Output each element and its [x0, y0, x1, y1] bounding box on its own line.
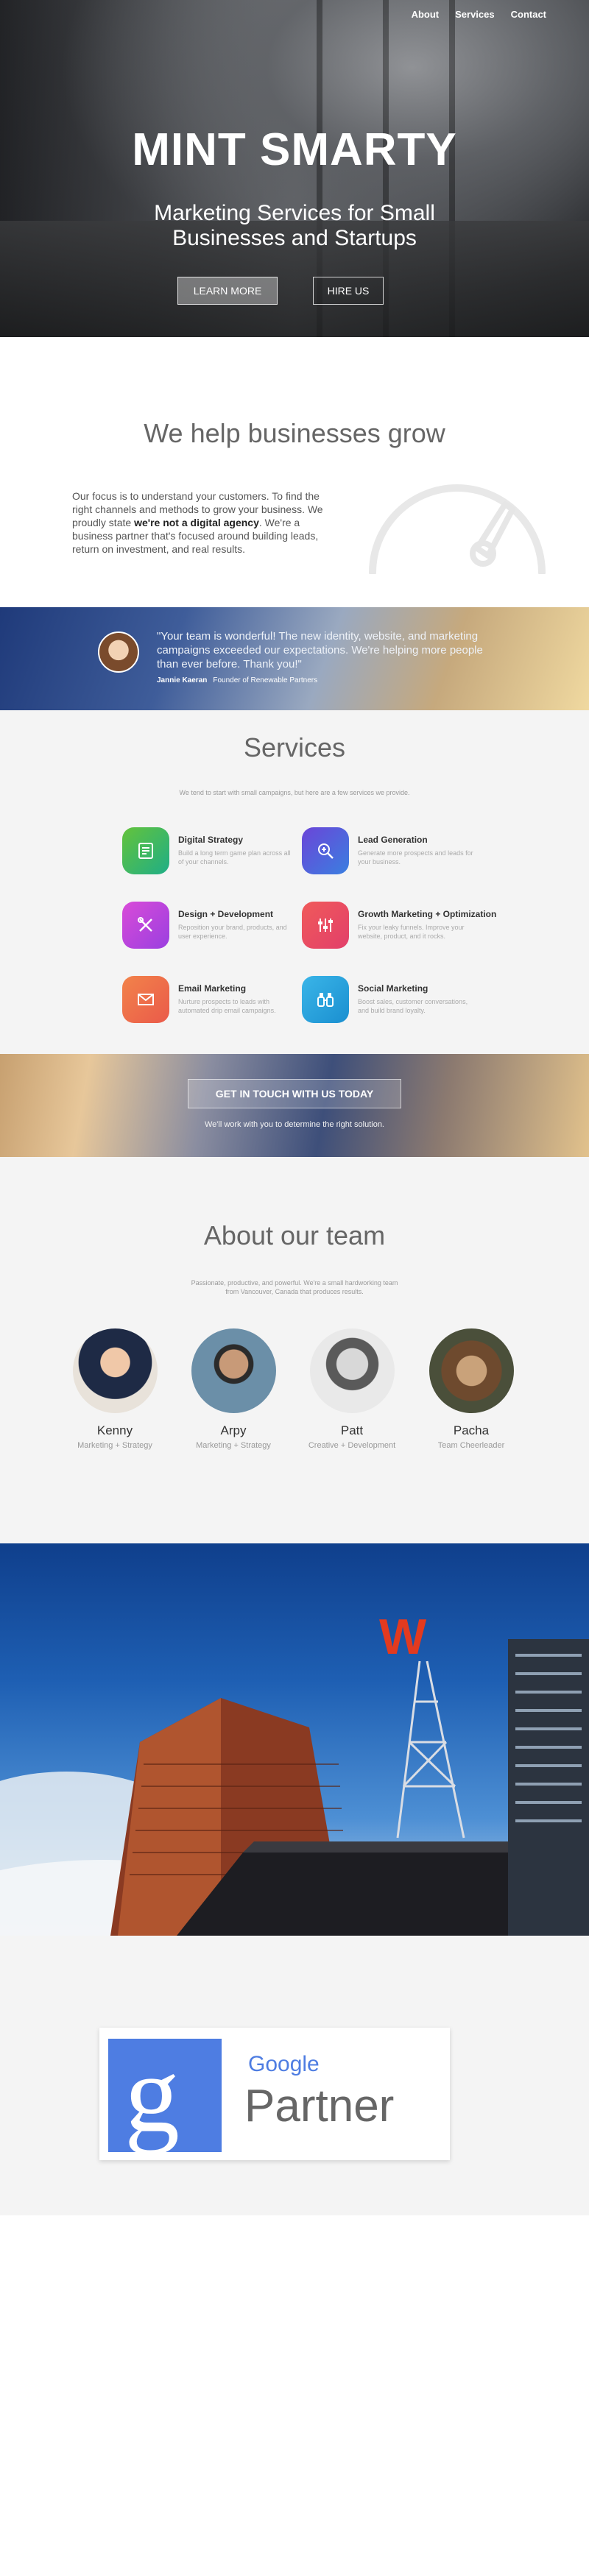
service-desc: Fix your leaky funnels. Improve your web…: [358, 924, 465, 940]
team-member-arpy: Arpy Marketing + Strategy: [182, 1328, 285, 1450]
service-desc: Nurture prospects to leads with automate…: [178, 998, 276, 1014]
service-growth-marketing[interactable]: Growth Marketing + Optimization Fix your…: [302, 902, 496, 953]
grow-heading: We help businesses grow: [144, 418, 445, 448]
speedometer-icon: [369, 484, 546, 574]
team-intro: Passionate, productive, and powerful. We…: [0, 1278, 589, 1296]
learn-more-button[interactable]: LEARN MORE: [177, 277, 278, 305]
team-intro-line2: from Vancouver, Canada that produces res…: [225, 1288, 364, 1295]
member-name: Pacha: [453, 1423, 490, 1437]
service-digital-strategy[interactable]: Digital Strategy Build a long term game …: [122, 827, 299, 879]
cta-subtext: We'll work with you to determine the rig…: [204, 1120, 384, 1129]
service-name: Social Marketing: [358, 983, 428, 994]
member-name: Kenny: [96, 1423, 133, 1437]
nav-contact-link[interactable]: Contact: [511, 9, 546, 20]
google-wordmark: Google: [248, 2052, 320, 2076]
avatar: [309, 1328, 395, 1413]
testimonial-quote: "Your team is wonderful! The new identit…: [157, 630, 483, 670]
hero-subtitle: Marketing Services for Small Businesses …: [0, 201, 589, 251]
member-role: Creative + Development: [308, 1441, 396, 1450]
member-name: Arpy: [220, 1423, 247, 1437]
svg-text:g: g: [124, 2039, 180, 2152]
city-photo: W: [0, 1543, 589, 1936]
service-name: Lead Generation: [358, 835, 428, 845]
partner-wordmark: Partner: [244, 2081, 395, 2131]
hero-title: MINT SMARTY: [132, 124, 457, 175]
service-desc: Build a long term game plan across all o…: [178, 849, 291, 866]
grow-text-bold: we're not a digital agency: [134, 517, 259, 528]
testimonial-author: Jannie Kaeran Founder of Renewable Partne…: [157, 676, 317, 684]
services-intro: We tend to start with small campaigns, b…: [179, 789, 410, 796]
google-g-logo: g: [108, 2039, 222, 2152]
service-name: Design + Development: [178, 909, 274, 919]
magnifier-icon: [302, 827, 349, 874]
w-sign: W: [379, 1609, 427, 1665]
team-member-patt: Patt Creative + Development: [300, 1328, 403, 1450]
get-in-touch-button[interactable]: GET IN TOUCH WITH US TODAY: [188, 1079, 401, 1108]
team-member-kenny: Kenny Marketing + Strategy: [63, 1328, 166, 1450]
hero-subtitle-line2: Businesses and Startups: [172, 226, 417, 250]
member-role: Team Cheerleader: [437, 1441, 505, 1450]
team-intro-line1: Passionate, productive, and powerful. We…: [191, 1279, 398, 1287]
nav-services-link[interactable]: Services: [455, 9, 495, 20]
avatar: [428, 1328, 514, 1413]
service-name: Email Marketing: [178, 983, 247, 994]
testimonial-author-role: Founder of Renewable Partners: [213, 676, 318, 684]
service-desc: Reposition your brand, products, and use…: [178, 924, 287, 940]
grow-paragraph: Our focus is to understand your customer…: [72, 489, 341, 556]
city-illustration: W: [0, 1609, 589, 1936]
service-email-marketing[interactable]: Email Marketing Nurture prospects to lea…: [122, 976, 299, 1027]
document-icon: [122, 827, 169, 874]
member-name: Patt: [340, 1423, 364, 1437]
g-letter-icon: g: [124, 2039, 180, 2152]
service-name: Digital Strategy: [178, 835, 244, 845]
nav-about-link[interactable]: About: [412, 9, 440, 20]
service-desc: Boost sales, customer conversations, and…: [358, 998, 468, 1014]
binoculars-icon: [302, 976, 349, 1023]
services-heading: Services: [243, 732, 346, 762]
avatar: [72, 1328, 158, 1413]
service-name: Growth Marketing + Optimization: [358, 909, 497, 919]
service-lead-generation[interactable]: Lead Generation Generate more prospects …: [302, 827, 479, 879]
page-footer-blank: [0, 2215, 589, 2576]
member-role: Marketing + Strategy: [77, 1441, 152, 1450]
testimonial-author-name: Jannie Kaeran: [157, 676, 208, 684]
service-desc: Generate more prospects and leads for yo…: [358, 849, 473, 866]
member-role: Marketing + Strategy: [196, 1441, 271, 1450]
testimonial-avatar: [98, 631, 139, 673]
team-member-pacha: Pacha Team Cheerleader: [420, 1328, 523, 1450]
hire-us-button[interactable]: HIRE US: [313, 277, 384, 305]
service-social-marketing[interactable]: Social Marketing Boost sales, customer c…: [302, 976, 479, 1027]
sliders-icon: [302, 902, 349, 949]
tools-icon: [122, 902, 169, 949]
service-design-development[interactable]: Design + Development Reposition your bra…: [122, 902, 299, 953]
hero-subtitle-line1: Marketing Services for Small: [154, 201, 435, 225]
avatar: [191, 1328, 276, 1413]
team-heading: About our team: [203, 1220, 386, 1250]
envelope-icon: [122, 976, 169, 1023]
top-nav: About Services Contact: [412, 9, 546, 20]
